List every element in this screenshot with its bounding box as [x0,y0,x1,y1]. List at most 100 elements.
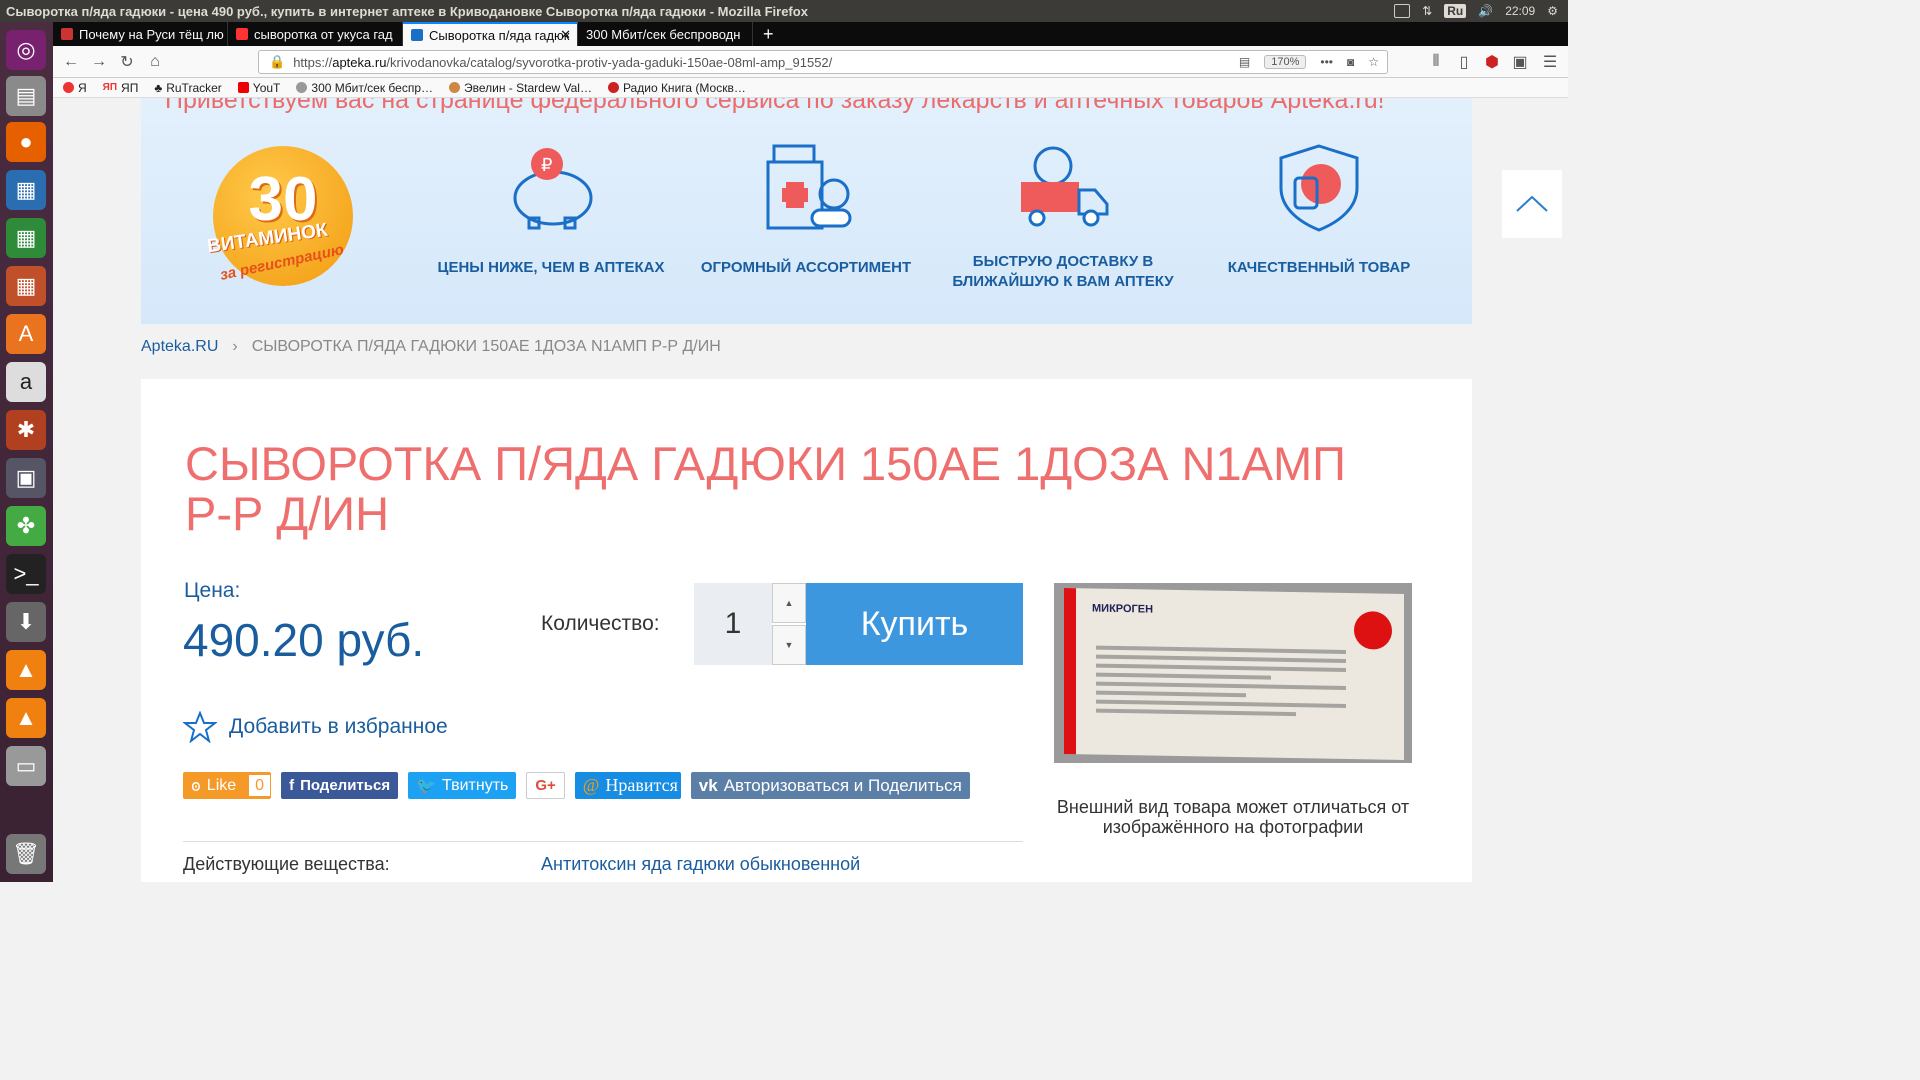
tab-label: 300 Мбит/сек беспроводн [586,26,741,42]
vlc-icon-2[interactable]: ▲ [6,698,46,738]
buy-button[interactable]: Купить [806,583,1023,665]
display-icon[interactable] [1394,4,1411,18]
odnoklassniki-like-button[interactable]: ꙩ Like 0 [183,772,272,799]
increment-button[interactable]: ▲ [772,583,806,623]
shield-icon [1279,144,1359,232]
breadcrumb: Apteka.RU › СЫВОРОТКА П/ЯДА ГАДЮКИ 150АЕ… [141,338,721,356]
bookmark-label: RuTracker [166,80,222,95]
bookmark-label: 300 Мбит/сек беспр… [311,80,433,95]
url-bar[interactable]: 🔒 https://apteka.ru/krivodanovka/catalog… [258,50,1388,74]
facebook-share-button[interactable]: f Поделиться [281,772,399,799]
network-icon[interactable]: ⇅ [1422,4,1432,18]
writer-icon[interactable]: ▦ [6,170,46,210]
bookmark-youtube[interactable]: YouT [237,81,280,95]
home-icon[interactable]: ⌂ [141,53,169,71]
back-icon[interactable]: ← [57,53,85,71]
amazon-icon[interactable]: a [6,362,46,402]
chevron-up-icon [1516,195,1548,212]
volume-icon[interactable]: 🔊 [1478,4,1493,18]
tab-3[interactable]: 300 Мбит/сек беспроводн [578,22,753,46]
keyboard-layout[interactable]: Ru [1444,4,1467,18]
adblock-icon[interactable]: ⬢ [1478,52,1506,72]
forward-icon[interactable]: → [85,53,113,71]
product-box-image: МИКРОГЕН [1064,588,1404,760]
url-path: /krivodanovka/catalog/syvorotka-protiv-y… [386,54,833,70]
software-center-icon[interactable]: A [6,314,46,354]
bookmark-star-icon[interactable]: ☆ [1368,55,1379,69]
ubuntu-dash-icon[interactable]: ◎ [6,30,46,70]
breadcrumb-home-link[interactable]: Apteka.RU [141,338,218,356]
active-substance-link[interactable]: Антитоксин яда гадюки обыкновенной [541,854,860,875]
promo-banner[interactable]: Приветствуем вас на странице федеральног… [141,98,1472,324]
vitamins-badge[interactable]: 30 ВИТАМИНОК за регистрацию [206,146,353,286]
disk-usage-icon[interactable]: ▣ [6,458,46,498]
library-icon[interactable]: ⫴ [1422,53,1450,71]
bookmark-yap[interactable]: ЯП ЯП [103,81,139,95]
page-actions-icon[interactable]: ••• [1320,55,1333,69]
quantity-label: Количество: [541,612,660,635]
tab-label: Сыворотка п/яда гадюк [429,27,570,43]
page-viewport: Приветствуем вас на странице федеральног… [53,98,1568,882]
breadcrumb-current: СЫВОРОТКА П/ЯДА ГАДЮКИ 150АЕ 1ДОЗА N1АМП… [251,338,721,355]
calc-icon[interactable]: ▦ [6,218,46,258]
pinwheel-app-icon[interactable]: ✤ [6,506,46,546]
lock-icon: 🔒 [269,54,286,69]
tab-2-active[interactable]: Сыворотка п/яда гадюк ✕ [403,22,578,46]
yandex-icon [63,82,74,93]
banner-greeting: Приветствуем вас на странице федеральног… [165,98,1385,114]
vk-share-button[interactable]: vk Авторизоваться и Поделиться [690,772,970,799]
feature-delivery: БЫСТРУЮ ДОСТАВКУ В БЛИЖАЙШУЮ К ВАМ АПТЕК… [938,142,1188,292]
twitter-tweet-button[interactable]: 🐦 Твитнуть [408,772,517,799]
tab-0[interactable]: Почему на Руси тёщ лю [53,22,228,46]
tw-label: Твитнуть [442,776,509,794]
box-brand: МИКРОГЕН [1092,602,1154,616]
files-icon[interactable]: ▤ [6,76,46,116]
tab-label: Почему на Руси тёщ лю [79,26,224,42]
yap-icon: ЯП [102,82,118,93]
vlc-icon[interactable]: ▲ [6,650,46,690]
vk-label: Авторизоваться и Поделиться [723,775,962,795]
mailru-like-button[interactable]: @ Нравится [574,772,681,799]
terminal-icon[interactable]: >_ [6,554,46,594]
bookmark-ya[interactable]: Я [63,81,87,95]
badge-number: 30 [248,165,318,234]
zoom-level[interactable]: 170% [1264,55,1307,69]
mm-label: Нравится [605,775,678,795]
settings-gear-icon[interactable]: ⚙ [1547,4,1558,18]
red-seal [1354,611,1392,650]
decrement-button[interactable]: ▼ [772,625,806,665]
system-settings-icon[interactable]: ✱ [6,410,46,450]
impress-icon[interactable]: ▦ [6,266,46,306]
system-tray: ⇅ Ru 🔊 22:09 ⚙ [1394,0,1558,22]
product-photo[interactable]: МИКРОГЕН [1054,583,1412,763]
pocket-icon[interactable]: ◙ [1347,55,1354,69]
tab-strip: Почему на Руси тёщ лю сыворотка от укуса… [53,22,1568,46]
bookmark-label: Эвелин - Stardew Val… [464,80,592,95]
sidebar-icon[interactable]: ▯ [1450,52,1478,72]
extension-icon[interactable]: ▣ [1506,52,1534,72]
star-icon [183,711,217,743]
tab-1[interactable]: сыворотка от укуса гад [228,22,403,46]
menu-icon[interactable]: ☰ [1536,52,1564,72]
google-plus-button[interactable]: G+ [526,772,565,799]
firefox-icon[interactable]: ● [6,122,46,162]
add-to-favorites-link[interactable]: Добавить в избранное [183,711,448,743]
box-text-lines [1096,641,1346,722]
clock[interactable]: 22:09 [1505,4,1535,18]
divider [183,841,1023,842]
new-tab-button[interactable]: + [753,22,784,46]
close-tab-icon[interactable]: ✕ [560,27,571,43]
feature-label: БЫСТРУЮ ДОСТАВКУ В БЛИЖАЙШУЮ К ВАМ АПТЕК… [952,253,1174,290]
trash-icon[interactable]: 🗑 [6,834,46,874]
reader-view-icon[interactable]: ▤ [1239,55,1250,69]
reload-icon[interactable]: ↻ [113,52,141,72]
bookmark-radio[interactable]: Радио Книга (Москв… [607,81,746,95]
bookmark-300mbit[interactable]: 300 Мбит/сек беспр… [296,81,433,95]
bookmark-stardew[interactable]: Эвелин - Stardew Val… [449,81,592,95]
bookmark-rutracker[interactable]: ♣ RuTracker [154,81,221,95]
drive-icon[interactable]: ▭ [6,746,46,786]
quantity-input[interactable]: 1 [694,583,772,665]
installer-icon[interactable]: ⬇ [6,602,46,642]
radio-icon [607,82,619,93]
scroll-to-top-button[interactable] [1502,170,1562,238]
